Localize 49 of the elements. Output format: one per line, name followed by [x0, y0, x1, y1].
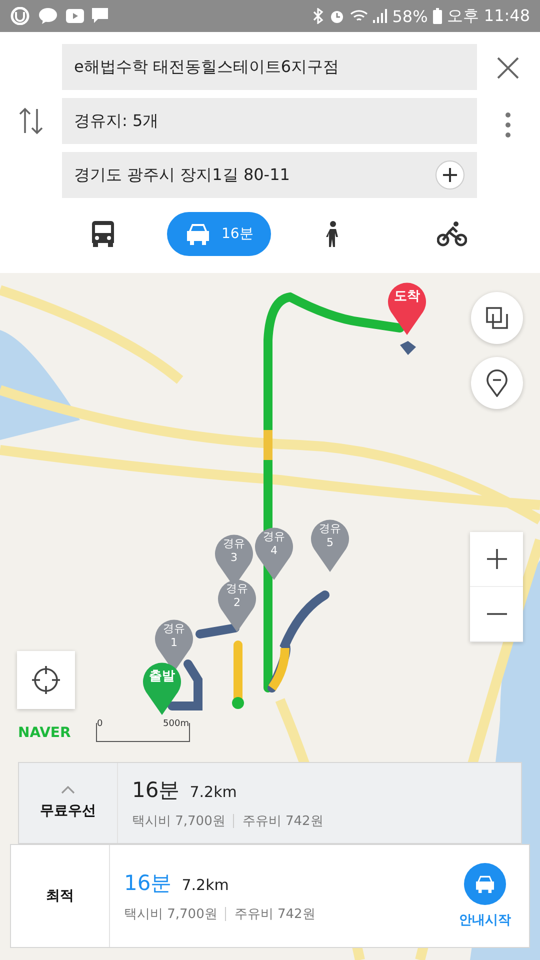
route-type-label: 무료우선 [40, 802, 96, 820]
route-field[interactable]: 경기도 광주시 장지1길 80-11 [62, 152, 477, 198]
route-distance: 7.2km [182, 876, 229, 894]
taxi-fare: 택시비 7,700원 [124, 906, 218, 923]
car-icon [474, 875, 496, 893]
alarm-icon [329, 8, 346, 24]
car-icon [185, 223, 212, 245]
map-logo: NAVER [18, 725, 71, 741]
add-icon[interactable] [435, 160, 465, 190]
swap-icon[interactable] [18, 107, 44, 135]
minus-icon [486, 613, 506, 615]
scale-label: 0 [97, 719, 103, 729]
route-option-card[interactable]: 무료우선 16분 7.2km 택시비 7,700원 주유비 742원 [18, 762, 522, 844]
wifi-icon [350, 9, 368, 23]
location-pin-icon [486, 369, 508, 397]
bluetooth-icon [312, 8, 324, 24]
current-location-button[interactable] [17, 651, 75, 709]
signal-icon [373, 9, 388, 23]
battery-percent: 58% [392, 6, 428, 26]
destination-pin: 도착 [386, 280, 428, 336]
route-type-label: 최적 [46, 887, 74, 905]
zoom-in-button[interactable] [470, 532, 523, 587]
waypoint-pin: 경유 4 [253, 525, 295, 581]
clock-time: 오후 11:48 [446, 6, 530, 26]
taxi-fare: 택시비 7,700원 [132, 813, 226, 830]
more-icon[interactable] [505, 112, 511, 138]
route-distance: 7.2km [190, 783, 237, 801]
layers-icon [485, 306, 509, 330]
message-icon [92, 8, 108, 24]
bus-icon [91, 221, 116, 247]
app-badge-icon [10, 7, 30, 25]
route-option-card[interactable]: 최적 16분 7.2km 택시비 7,700원 주유비 742원 안내시작 [10, 844, 530, 948]
route-time: 16분 [124, 870, 172, 897]
waypoint-pin: 경유 5 [309, 517, 351, 573]
close-icon[interactable] [496, 56, 520, 80]
fuel-cost: 주유비 742원 [234, 906, 316, 923]
route-field[interactable]: 경유지: 5개 [62, 98, 477, 144]
video-play-icon [66, 9, 84, 23]
chat-bubble-icon [38, 7, 58, 25]
layers-button[interactable] [471, 292, 523, 344]
fuel-cost: 주유비 742원 [242, 813, 324, 830]
scale-label: 500m [163, 719, 189, 729]
battery-icon [432, 8, 442, 24]
crosshair-icon [31, 665, 61, 695]
bicycle-icon [436, 221, 467, 247]
location-pin-button[interactable] [471, 357, 523, 409]
route-field[interactable]: e해법수학 태전동힐스테이트6지구점 [62, 44, 477, 90]
plus-icon [486, 549, 506, 569]
route-time: 16분 [132, 777, 180, 804]
